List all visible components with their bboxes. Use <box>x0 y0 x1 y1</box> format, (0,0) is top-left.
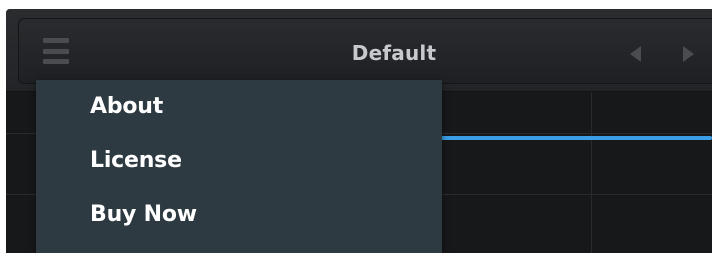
chevron-right-icon[interactable] <box>683 46 694 62</box>
curve-line <box>426 136 712 140</box>
menu-item-about[interactable]: About <box>90 94 163 119</box>
screenshot-stage: Default About License Buy Now <box>0 0 712 253</box>
hamburger-menu-icon[interactable] <box>43 38 69 64</box>
menu-item-buy-now[interactable]: Buy Now <box>90 202 197 227</box>
preset-bar: Default <box>18 18 712 84</box>
preset-name[interactable]: Default <box>309 41 479 65</box>
chevron-left-icon[interactable] <box>630 46 641 62</box>
hamburger-line <box>43 38 69 43</box>
hamburger-line <box>43 48 69 54</box>
grid-line <box>591 92 592 253</box>
hamburger-line <box>43 59 69 64</box>
menu-item-license[interactable]: License <box>90 148 182 173</box>
dropdown-menu: About License Buy Now <box>36 80 442 253</box>
plugin-window: Default About License Buy Now <box>6 9 712 253</box>
